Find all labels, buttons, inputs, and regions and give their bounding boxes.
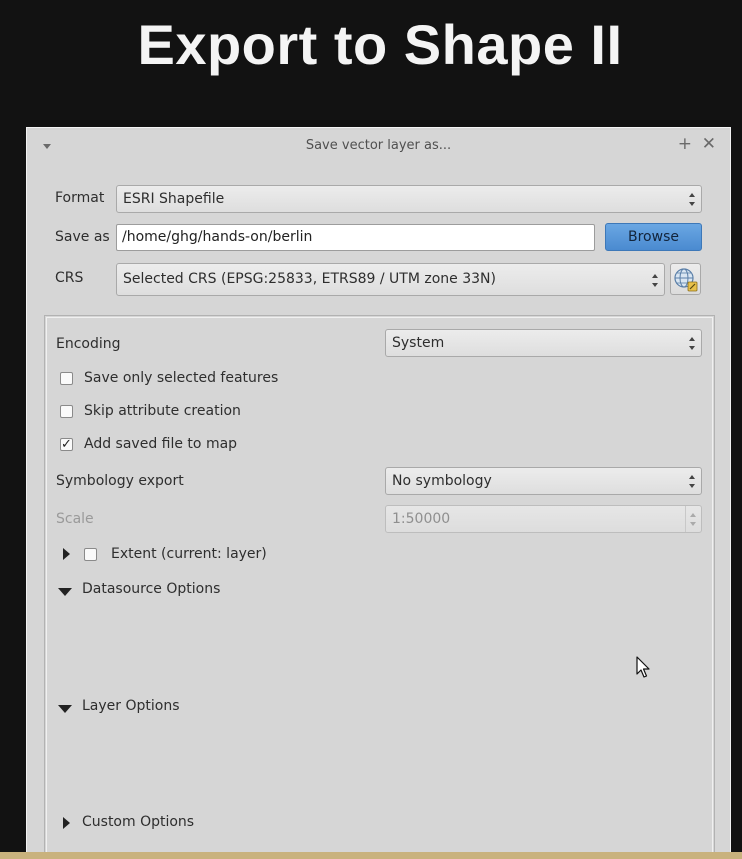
expand-extent-icon[interactable] bbox=[63, 548, 70, 560]
scale-spinbox[interactable]: 1:50000 bbox=[385, 505, 702, 533]
updown-icon bbox=[689, 475, 696, 488]
collapse-datasource-icon[interactable] bbox=[58, 588, 72, 596]
save-as-label: Save as bbox=[55, 229, 110, 245]
updown-icon bbox=[689, 193, 696, 206]
crs-select[interactable]: Selected CRS (EPSG:25833, ETRS89 / UTM z… bbox=[116, 263, 665, 296]
expand-custom-icon[interactable] bbox=[63, 817, 70, 829]
custom-options-header[interactable]: Custom Options bbox=[82, 814, 194, 830]
extent-checkbox[interactable] bbox=[84, 548, 97, 561]
skip-attribute-label[interactable]: Skip attribute creation bbox=[84, 403, 241, 419]
bottom-accent-line bbox=[0, 852, 742, 859]
updown-icon bbox=[652, 274, 659, 287]
symbology-label: Symbology export bbox=[56, 473, 184, 489]
slide-title: Export to Shape II bbox=[137, 13, 623, 76]
scale-label: Scale bbox=[56, 511, 94, 527]
updown-icon bbox=[690, 513, 697, 526]
save-as-value: /home/ghg/hands-on/berlin bbox=[122, 229, 313, 245]
symbology-select[interactable]: No symbology bbox=[385, 467, 702, 495]
encoding-value: System bbox=[392, 335, 445, 351]
format-value: ESRI Shapefile bbox=[123, 191, 225, 207]
encoding-label: Encoding bbox=[56, 336, 121, 352]
crs-label: CRS bbox=[55, 270, 84, 286]
crs-selector-button[interactable] bbox=[670, 263, 701, 295]
layer-options-header[interactable]: Layer Options bbox=[82, 698, 180, 714]
pin-icon[interactable]: + bbox=[678, 134, 692, 154]
globe-icon bbox=[674, 268, 698, 292]
crs-value: Selected CRS (EPSG:25833, ETRS89 / UTM z… bbox=[123, 271, 496, 287]
options-panel: Encoding System Save only selected featu… bbox=[44, 315, 715, 855]
dialog-titlebar[interactable]: Save vector layer as... + ✕ bbox=[27, 128, 730, 164]
format-label: Format bbox=[55, 190, 105, 206]
symbology-value: No symbology bbox=[392, 473, 492, 489]
add-to-map-label[interactable]: Add saved file to map bbox=[84, 436, 237, 452]
skip-attribute-checkbox[interactable] bbox=[60, 405, 73, 418]
collapse-layer-icon[interactable] bbox=[58, 705, 72, 713]
save-vector-layer-dialog: Save vector layer as... + ✕ Format ESRI … bbox=[26, 127, 731, 859]
save-as-input[interactable]: /home/ghg/hands-on/berlin bbox=[116, 224, 595, 251]
datasource-options-header[interactable]: Datasource Options bbox=[82, 581, 220, 597]
encoding-select[interactable]: System bbox=[385, 329, 702, 357]
browse-button[interactable]: Browse bbox=[605, 223, 702, 251]
extent-label[interactable]: Extent (current: layer) bbox=[111, 546, 267, 562]
dialog-title: Save vector layer as... bbox=[305, 138, 452, 153]
close-icon[interactable]: ✕ bbox=[702, 134, 716, 154]
mouse-cursor-icon bbox=[636, 656, 650, 678]
updown-icon bbox=[689, 337, 696, 350]
format-select[interactable]: ESRI Shapefile bbox=[116, 185, 702, 213]
add-to-map-checkbox[interactable]: ✓ bbox=[60, 438, 73, 451]
save-selected-label[interactable]: Save only selected features bbox=[84, 370, 278, 386]
save-selected-checkbox[interactable] bbox=[60, 372, 73, 385]
scale-value: 1:50000 bbox=[392, 511, 451, 527]
